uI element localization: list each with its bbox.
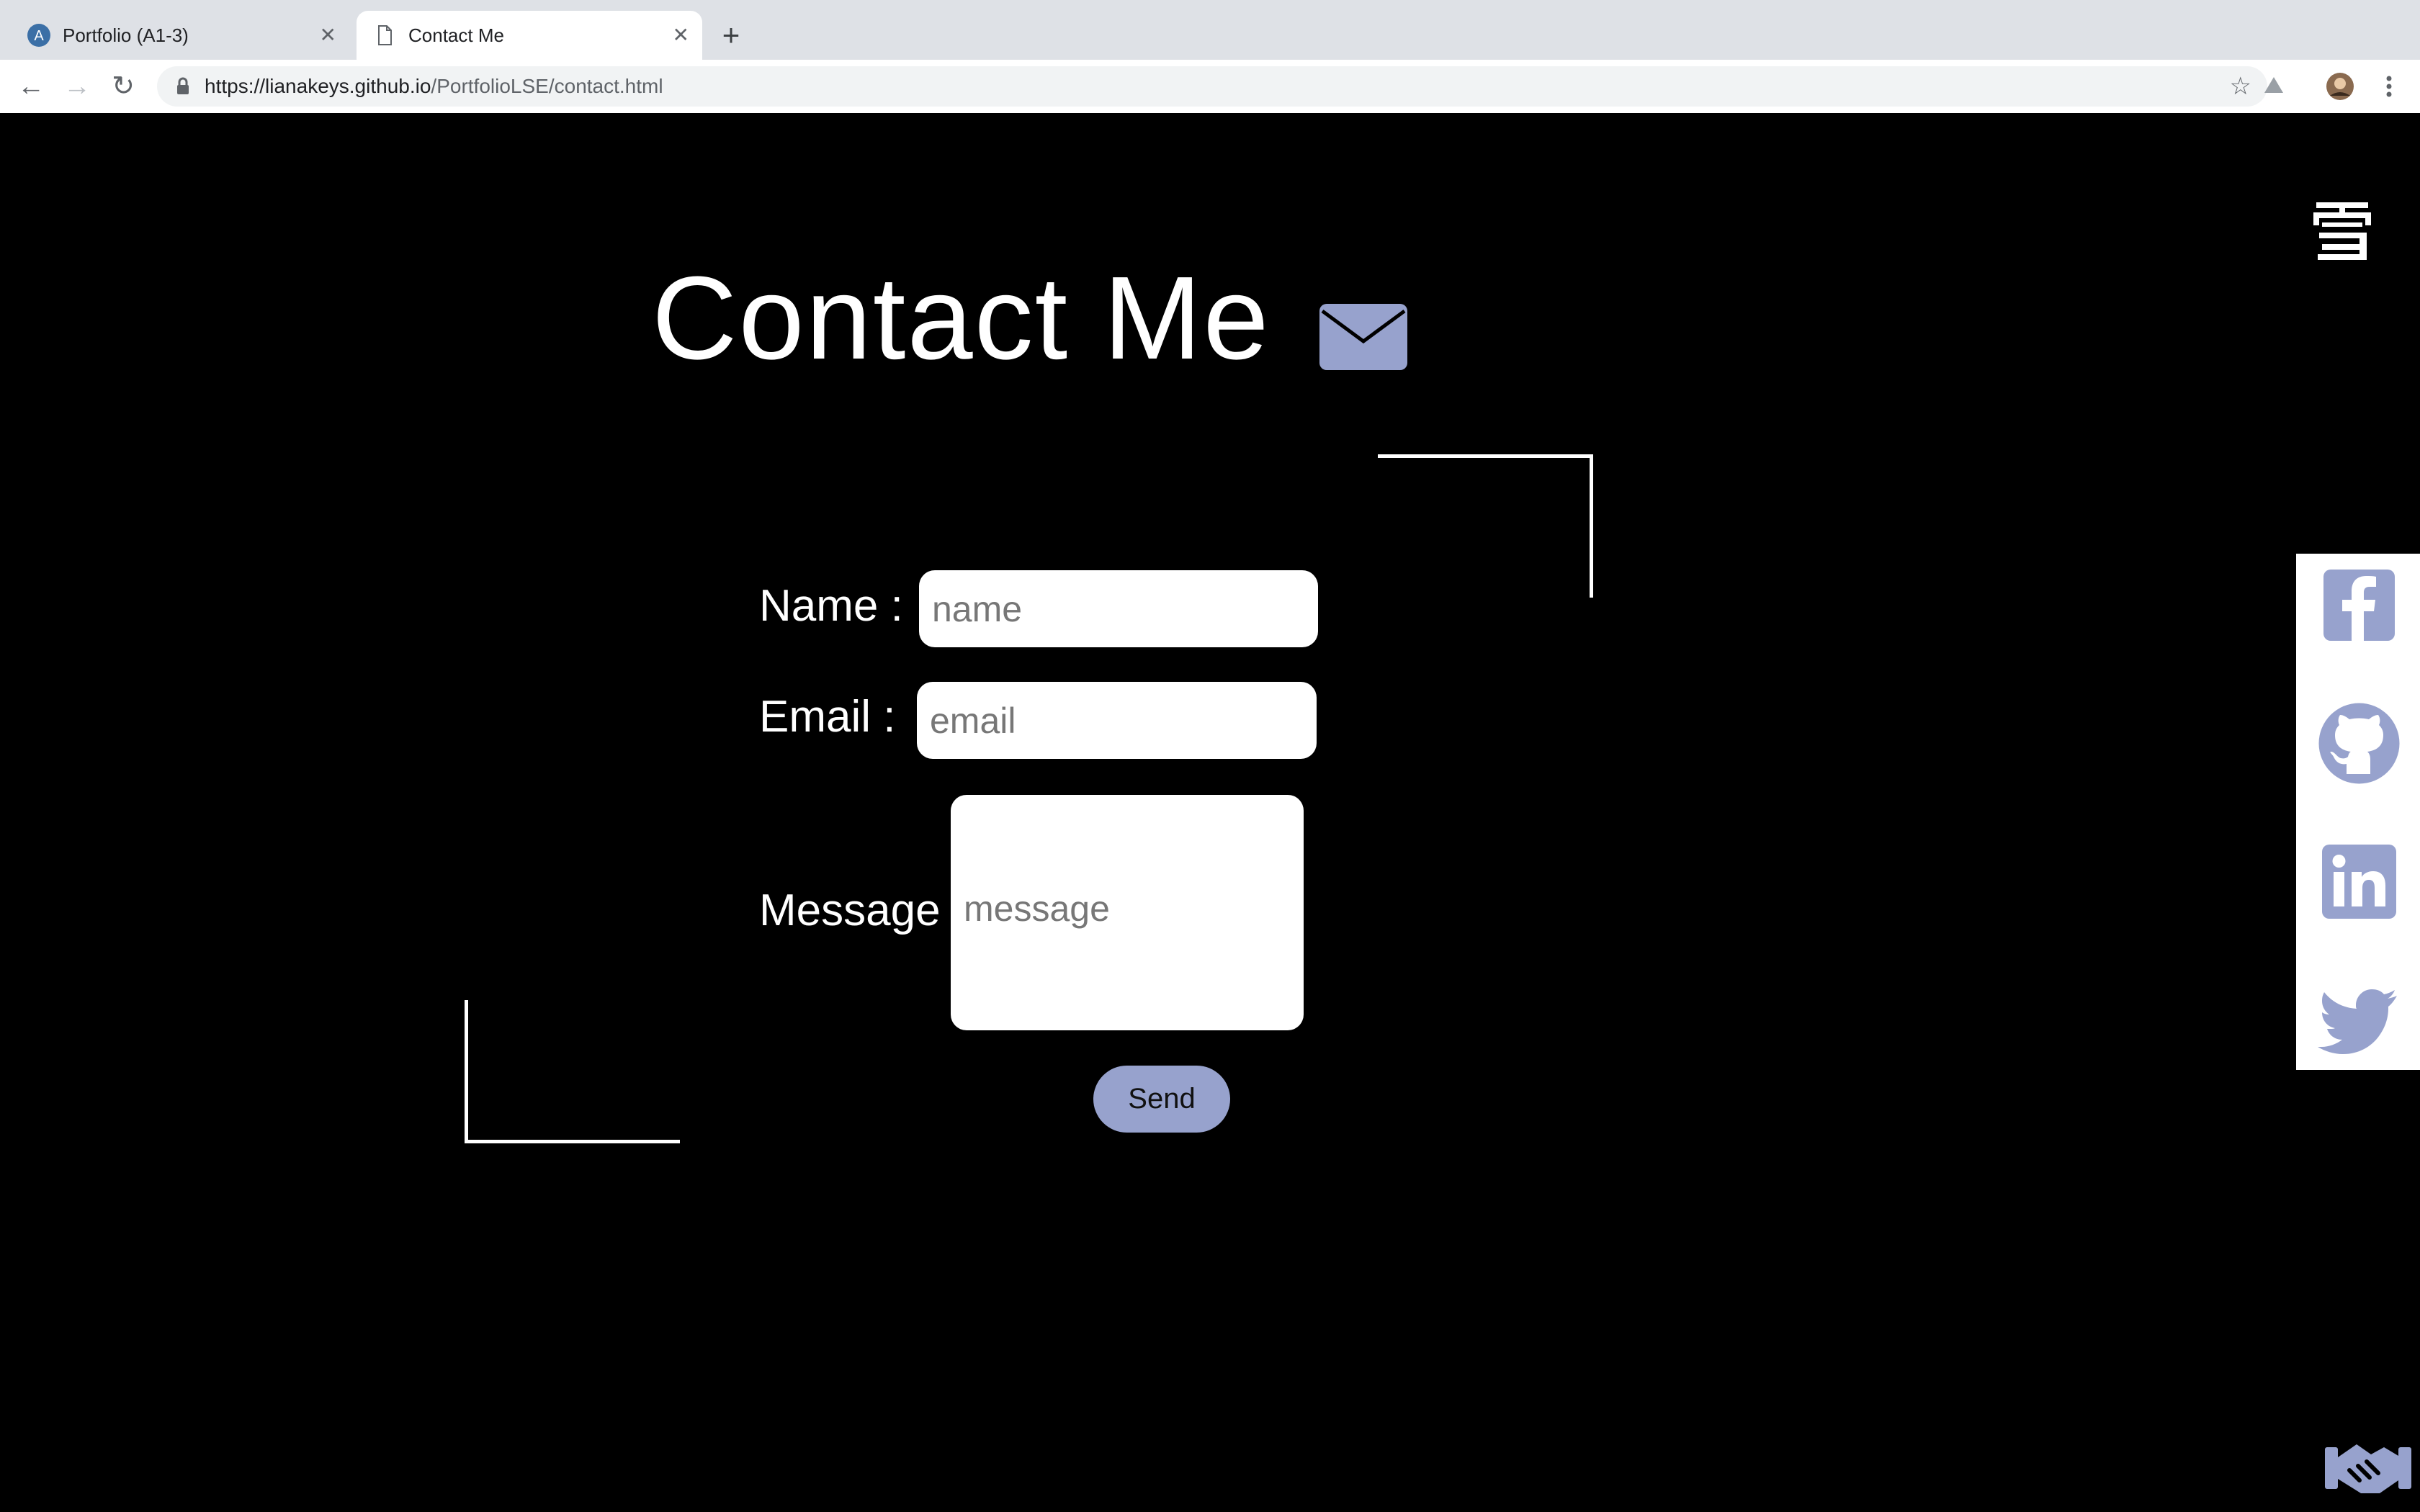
browser-menu-icon[interactable] [2372,70,2406,103]
message-textarea[interactable] [951,795,1304,1030]
portfolio-favicon-icon: A [27,24,50,47]
tab-title: Contact Me [408,24,504,46]
github-icon[interactable] [2318,702,2401,785]
svg-text:A: A [34,28,44,44]
lock-icon [177,77,189,94]
tab-title: Portfolio (A1-3) [63,24,189,46]
page-favicon-icon [378,25,392,45]
url-path: /PortfolioLSE/contact.html [431,75,663,97]
new-tab-icon[interactable]: + [713,17,749,53]
twitter-icon[interactable] [2318,978,2401,1061]
address-bar[interactable]: https://lianakeys.github.io/PortfolioLSE… [157,66,2267,107]
social-links-panel [2296,554,2420,1070]
page-title: Contact Me [652,252,1270,384]
browser-toolbar: ← → ↻ https://lianakeys.github.io/Portfo… [0,60,2420,114]
tab-portfolio[interactable]: A Portfolio (A1-3) ✕ [11,11,349,60]
browser-tab-bar: A Portfolio (A1-3) ✕ Contact Me ✕ + [0,0,2420,60]
handshake-logo-icon [2325,1444,2411,1493]
reload-icon[interactable]: ↻ [107,70,140,103]
message-label: Message : [759,886,966,935]
decorative-corner-top-right [1378,454,1593,598]
bookmark-star-icon[interactable]: ☆ [2230,73,2251,99]
site-menu-icon[interactable] [2312,199,2372,261]
facebook-icon[interactable] [2318,564,2401,647]
email-input[interactable] [917,682,1317,759]
page-content: Contact Me Name : Email : Message : Send [0,113,2420,1512]
name-label: Name : [759,581,903,631]
drive-extension-icon[interactable] [2257,70,2290,103]
tab-close-icon[interactable]: ✕ [673,23,689,48]
envelope-icon [1319,304,1407,370]
url-host: https://lianakeys.github.io [205,75,431,97]
decorative-corner-bottom-left [465,1000,680,1143]
profile-avatar-icon[interactable] [2323,70,2357,103]
tab-contact-me[interactable]: Contact Me ✕ [357,11,702,60]
email-label: Email : [759,692,896,742]
url-text: https://lianakeys.github.io/PortfolioLSE… [205,74,663,99]
linkedin-icon[interactable] [2318,840,2401,923]
send-button[interactable]: Send [1093,1066,1230,1133]
back-arrow-icon[interactable]: ← [14,70,48,103]
tab-close-icon[interactable]: ✕ [320,23,336,48]
forward-arrow-icon[interactable]: → [60,70,94,103]
name-input[interactable] [919,570,1318,647]
